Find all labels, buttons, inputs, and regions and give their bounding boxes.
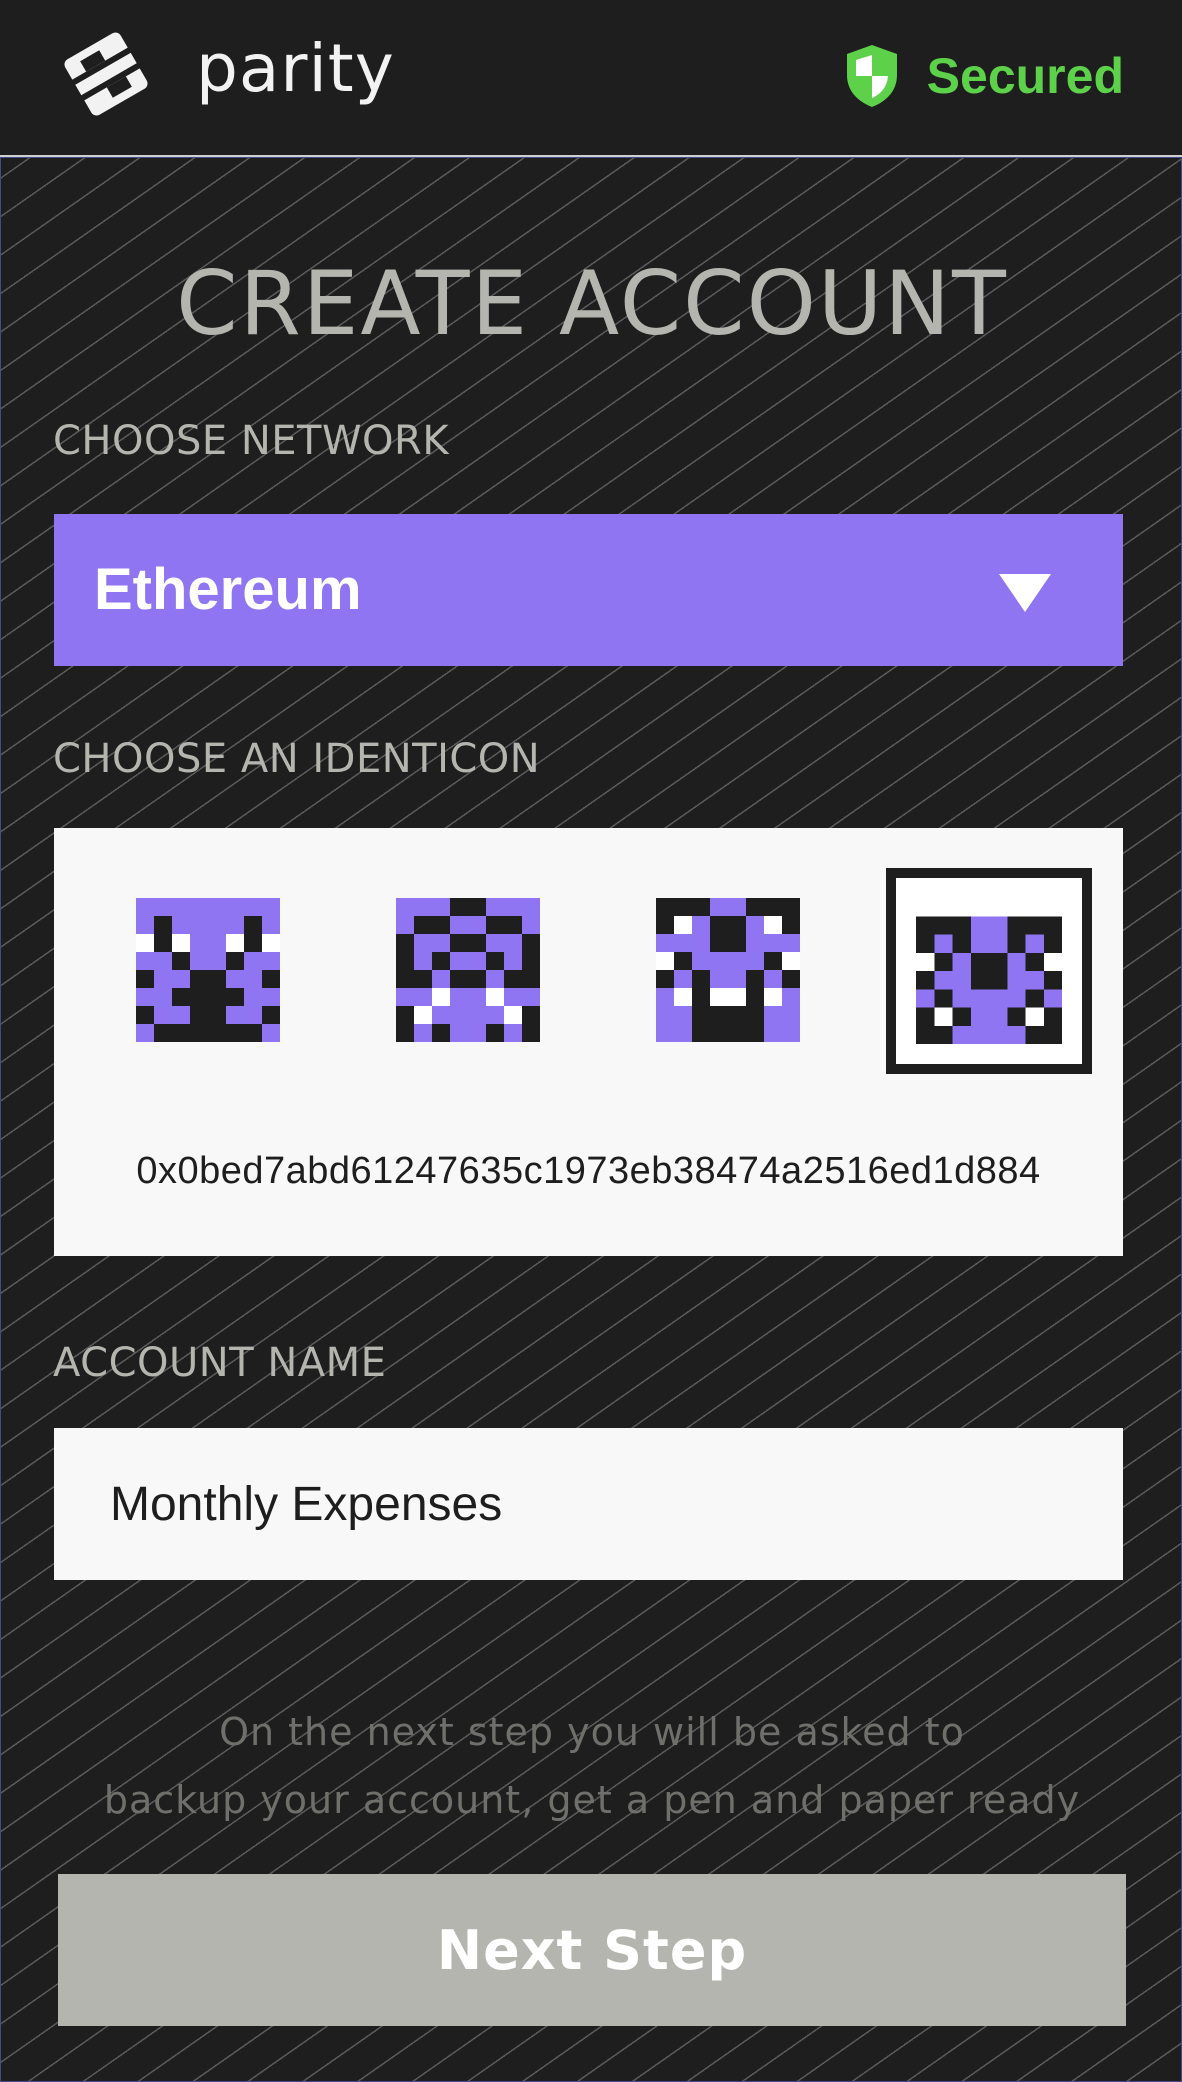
triangle-down-icon bbox=[999, 574, 1051, 612]
account-address: 0x0bed7abd61247635c1973eb38474a2516ed1d8… bbox=[136, 1150, 1041, 1192]
parity-logo-icon bbox=[60, 28, 152, 120]
next-step-button[interactable]: Next Step bbox=[58, 1874, 1126, 2026]
identicon-picker: 0x0bed7abd61247635c1973eb38474a2516ed1d8… bbox=[54, 828, 1123, 1256]
network-dropdown[interactable]: Ethereum bbox=[54, 514, 1123, 666]
account-name-label: ACCOUNT NAME bbox=[53, 1340, 387, 1386]
identicon-option-1[interactable] bbox=[136, 898, 280, 1042]
backup-hint-line-2: backup your account, get a pen and paper… bbox=[103, 1778, 1081, 1822]
backup-hint-line-1: On the next step you will be asked to bbox=[219, 1710, 965, 1754]
security-status-label: Secured bbox=[926, 48, 1124, 104]
create-account-screen[interactable]: CREATE ACCOUNT CHOOSE NETWORK Ethereum C… bbox=[0, 157, 1182, 2082]
network-selected-value: Ethereum bbox=[94, 557, 362, 622]
page-title: CREATE ACCOUNT bbox=[176, 252, 1008, 355]
app-header: parity Secured bbox=[0, 0, 1182, 157]
account-name-input[interactable] bbox=[54, 1428, 1123, 1580]
network-label: CHOOSE NETWORK bbox=[53, 418, 450, 464]
identicon-option-4-selected[interactable] bbox=[886, 868, 1092, 1074]
identicon-option-2[interactable] bbox=[396, 898, 540, 1042]
shield-icon bbox=[845, 43, 899, 109]
security-status: Secured bbox=[845, 40, 1124, 112]
identicon-label: CHOOSE AN IDENTICON bbox=[53, 736, 541, 782]
brand-name: parity bbox=[196, 30, 395, 107]
backup-hint: On the next step you will be asked to ba… bbox=[1, 1698, 1182, 1834]
identicon-option-3[interactable] bbox=[656, 898, 800, 1042]
